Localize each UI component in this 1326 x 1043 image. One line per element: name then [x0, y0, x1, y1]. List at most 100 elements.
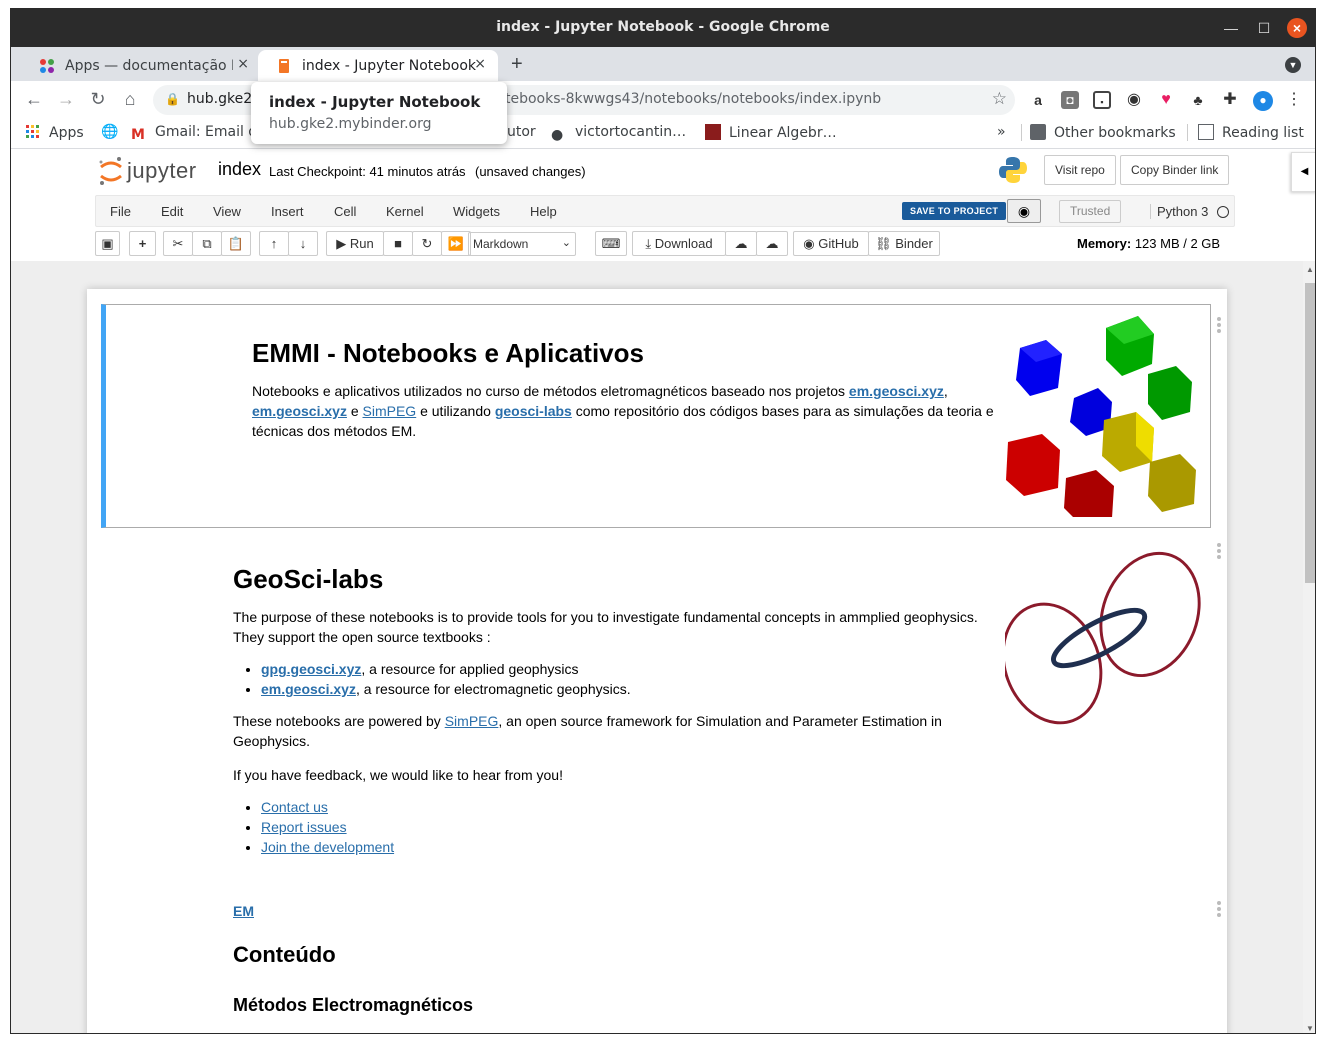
forward-icon[interactable]: → [55, 89, 77, 110]
record-extension-icon[interactable]: ◉ [1125, 91, 1143, 109]
more-bookmarks-chevron[interactable]: » [997, 124, 1006, 140]
reading-list[interactable]: Reading list [1187, 124, 1304, 141]
menu-help[interactable]: Help [530, 204, 557, 219]
colorful-extension-icon[interactable]: ♥ [1157, 91, 1175, 109]
home-icon[interactable]: ⌂ [119, 89, 141, 110]
notebook-area[interactable]: EMMI - Notebooks e Aplicativos Notebooks… [11, 261, 1303, 1033]
extensions-puzzle-icon[interactable]: ✚ [1221, 91, 1239, 109]
link-em-geosci-2[interactable]: em.geosci.xyz [252, 403, 347, 419]
folder-icon [1030, 124, 1046, 140]
link-simpeg[interactable]: SimPEG [445, 713, 499, 729]
link-gpg-geosci[interactable]: gpg.geosci.xyz [261, 661, 361, 677]
scroll-down-icon[interactable]: ▼ [1306, 1024, 1314, 1033]
cell-drag-handle-icon[interactable] [1217, 543, 1223, 561]
bookmark-gmail[interactable]: M Gmail: Email d [131, 124, 257, 143]
link-simpeg[interactable]: SimPEG [363, 403, 417, 419]
picture-in-picture-icon[interactable]: ▪ [1093, 91, 1111, 109]
textbook-list: gpg.geosci.xyz, a resource for applied g… [261, 659, 983, 699]
copy-icon[interactable]: ⧉ [192, 231, 222, 256]
link-em[interactable]: EM [233, 903, 254, 919]
github-button[interactable]: ◉ GitHub [793, 231, 869, 256]
vertical-scrollbar[interactable]: ▲ ▼ [1303, 261, 1315, 1033]
maximize-button[interactable]: ☐ [1254, 18, 1274, 38]
insert-cell-icon[interactable]: + [129, 231, 156, 256]
menu-kernel[interactable]: Kernel [386, 204, 424, 219]
link-contact-us[interactable]: Contact us [261, 799, 328, 815]
tab-close-icon[interactable]: × [233, 56, 249, 72]
bookmark-victor[interactable]: ● victortocantin… [551, 124, 686, 143]
new-tab-button[interactable]: + [511, 53, 523, 76]
notebook-name[interactable]: index [218, 159, 261, 180]
heading-text: Métodos Electromagnéticos [233, 995, 474, 1015]
trusted-indicator[interactable]: Trusted [1059, 200, 1122, 223]
tab-index-jupyter[interactable]: index - Jupyter Notebook × [258, 50, 498, 81]
gnome-extension-icon[interactable]: ♣ [1189, 91, 1207, 109]
bookmark-apps[interactable]: Apps [25, 124, 84, 141]
cut-icon[interactable]: ✂ [163, 231, 193, 256]
tab-apps-documentacao[interactable]: Apps — documentação M × [21, 50, 261, 81]
amazon-extension-icon[interactable]: a [1029, 91, 1047, 109]
link-em-geosci[interactable]: em.geosci.xyz [261, 681, 356, 697]
jupyter-logo-icon [99, 157, 122, 185]
interrupt-icon[interactable]: ■ [383, 231, 413, 256]
cloud-download-icon[interactable]: ☁ [756, 231, 788, 256]
save-icon[interactable]: ▣ [95, 231, 120, 256]
link-report-issues[interactable]: Report issues [261, 819, 347, 835]
collapse-header-icon[interactable]: ◀ [1291, 152, 1315, 192]
binder-button[interactable]: ⛓ Binder [868, 231, 940, 256]
reload-icon[interactable]: ↻ [87, 89, 109, 110]
paste-icon[interactable]: 📋 [221, 231, 251, 256]
copy-binder-link-button[interactable]: Copy Binder link [1120, 155, 1230, 185]
scroll-up-icon[interactable]: ▲ [1306, 265, 1314, 274]
cell-type-value: Markdown [473, 237, 529, 251]
globe-icon[interactable]: 🌐 [101, 124, 118, 140]
bookmark-tutor[interactable]: utor [507, 124, 536, 140]
markdown-cell-selected[interactable]: EMMI - Notebooks e Aplicativos Notebooks… [101, 304, 1211, 528]
tab-search-icon[interactable]: ▼ [1285, 57, 1301, 73]
bookmark-other[interactable]: Other bookmarks [1021, 124, 1176, 141]
menu-cell[interactable]: Cell [334, 204, 356, 219]
move-up-icon[interactable]: ↑ [259, 231, 289, 256]
minimize-button[interactable]: — [1221, 18, 1241, 38]
command-palette-icon[interactable]: ⌨ [595, 231, 627, 256]
link-geosci-labs[interactable]: geosci-labs [495, 403, 572, 419]
profile-avatar-icon[interactable]: ● [1253, 91, 1273, 111]
bookmark-label: Apps [49, 125, 84, 141]
tab-hover-card: index - Jupyter Notebook hub.gke2.mybind… [251, 82, 507, 144]
bookmark-label: victortocantin… [575, 124, 687, 140]
dashboard-icon[interactable]: ◉ [1007, 199, 1041, 223]
link-join-development[interactable]: Join the development [261, 839, 394, 855]
scrollbar-thumb[interactable] [1305, 283, 1315, 583]
extension-icon[interactable]: ◘ [1061, 91, 1079, 109]
cell-drag-handle-icon[interactable] [1217, 317, 1223, 335]
restart-run-all-icon[interactable]: ⏩ [441, 231, 471, 256]
text: e [346, 403, 363, 419]
bookmark-linear-algebra[interactable]: Linear Algebr… [705, 124, 837, 141]
menu-insert[interactable]: Insert [271, 204, 304, 219]
back-icon[interactable]: ← [23, 89, 45, 110]
run-button[interactable]: ▶ Run [326, 231, 384, 256]
markdown-cell-geosci[interactable]: GeoSci-labs The purpose of these noteboo… [233, 566, 983, 869]
cloud-upload-icon[interactable]: ☁ [725, 231, 757, 256]
cell-drag-handle-icon[interactable] [1217, 901, 1223, 919]
move-down-icon[interactable]: ↓ [288, 231, 318, 256]
save-to-project-button[interactable]: SAVE TO PROJECT [902, 202, 1007, 220]
browser-toolbar: ← → ↻ ⌂ 🔒 hub.gke2.r tebooks-8kwwgs43/no… [11, 81, 1315, 119]
notebook-toolbar: ▣ + ✂ ⧉ 📋 ↑ ↓ ▶ Run ■ ↻ ⏩ Markdown ⌄ ⌨ ⤓ … [95, 228, 1235, 260]
markdown-cell-contents[interactable]: EM [233, 901, 983, 921]
download-button[interactable]: ⤓ Download [632, 231, 726, 256]
menu-edit[interactable]: Edit [161, 204, 183, 219]
cell-content: EMMI - Notebooks e Aplicativos Notebooks… [252, 340, 1002, 441]
tab-close-icon[interactable]: × [474, 56, 486, 72]
menu-view[interactable]: View [213, 204, 241, 219]
chrome-menu-icon[interactable]: ⋮ [1285, 91, 1303, 109]
menu-file[interactable]: File [110, 204, 131, 219]
bookmark-star-icon[interactable]: ☆ [992, 89, 1007, 109]
restart-icon[interactable]: ↻ [412, 231, 442, 256]
link-em-geosci[interactable]: em.geosci.xyz [849, 383, 944, 399]
visit-repo-button[interactable]: Visit repo [1044, 155, 1116, 185]
cell-type-select[interactable]: Markdown ⌄ [468, 232, 576, 256]
menu-widgets[interactable]: Widgets [453, 204, 500, 219]
close-window-button[interactable]: × [1287, 18, 1307, 38]
notebook-container: EMMI - Notebooks e Aplicativos Notebooks… [87, 289, 1227, 1033]
